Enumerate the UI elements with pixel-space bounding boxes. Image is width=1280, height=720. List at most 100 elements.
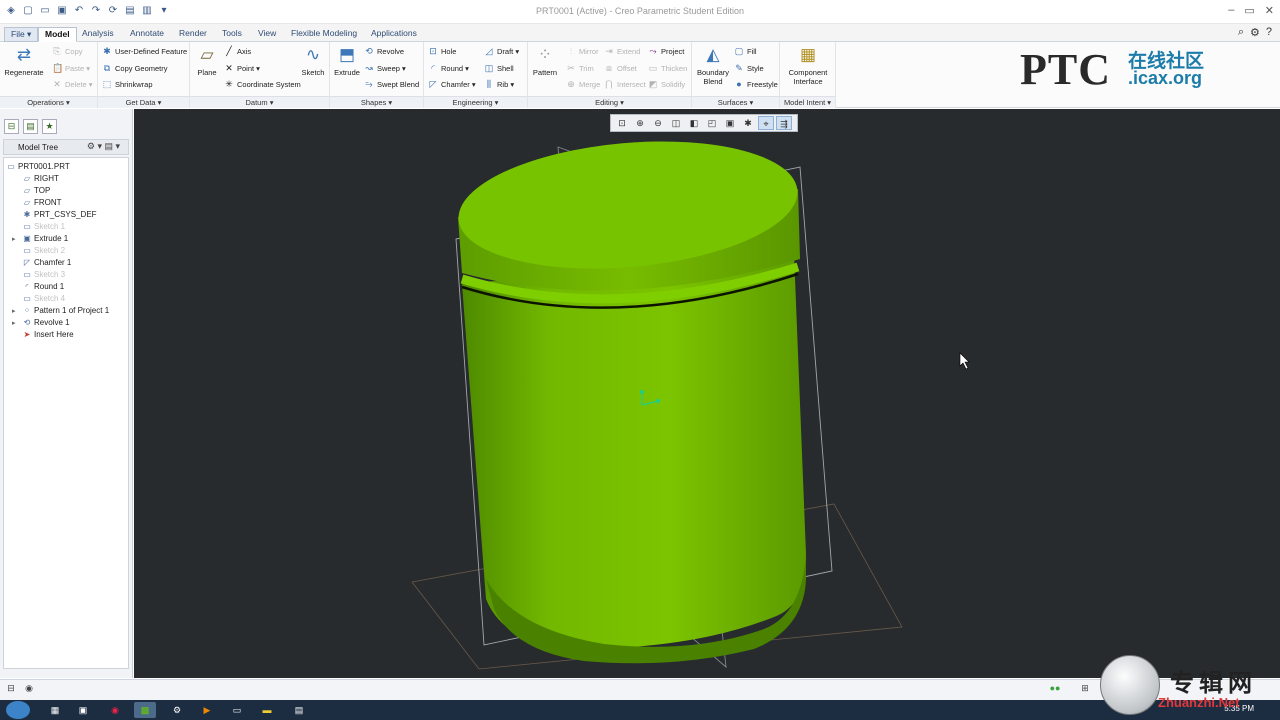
trim-button[interactable]: ✂ Trim [566, 63, 594, 73]
tree-item-round-1[interactable]: ◜ Round 1 [12, 282, 64, 291]
project-button[interactable]: ⤳ Project [648, 46, 684, 56]
tree-item-sketch-2[interactable]: ▭ Sketch 2 [12, 246, 65, 255]
copy-geometry-button[interactable]: ⧉ Copy Geometry [102, 63, 168, 73]
tab-render[interactable]: Render [173, 27, 213, 42]
model-tree-tab-icon[interactable]: ⊟ [4, 119, 19, 134]
delete-button[interactable]: ✕ Delete ▾ [52, 79, 92, 89]
merge-button[interactable]: ⊕ Merge [566, 79, 600, 89]
engineering-group-label[interactable]: Engineering ▾ [424, 96, 527, 108]
shell-button[interactable]: ◫ Shell [484, 63, 514, 73]
selection-filter-icon[interactable]: ⊞ [1078, 683, 1092, 697]
tree-expand-icon[interactable]: ▸ [12, 307, 20, 315]
tree-item-revolve-1[interactable]: ▸ ⟲ Revolve 1 [12, 318, 70, 327]
axis-button[interactable]: ╱ Axis [224, 46, 251, 56]
favorites-tab-icon[interactable]: ★ [42, 119, 57, 134]
sweep-button[interactable]: ↝ Sweep ▾ [364, 63, 406, 73]
tree-item-root-part[interactable]: ▭ PRT0001.PRT [6, 162, 70, 171]
hole-label: Hole [441, 46, 457, 56]
tree-expand-icon[interactable]: ▸ [12, 235, 20, 243]
taskbar-app-calc[interactable]: ▤ [288, 702, 310, 718]
copy-button[interactable]: ⎘ Copy [52, 46, 82, 56]
freestyle-button[interactable]: ● Freestyle [734, 79, 778, 89]
tree-item-datum-csys[interactable]: ✱ PRT_CSYS_DEF [12, 210, 97, 219]
get-data-group-label[interactable]: Get Data ▾ [98, 96, 189, 108]
close-icon[interactable]: ✕ [1265, 4, 1274, 17]
editing-group-label[interactable]: Editing ▾ [528, 96, 691, 108]
tab-applications[interactable]: Applications [365, 27, 423, 42]
paste-button[interactable]: 📋 Paste ▾ [52, 63, 90, 73]
regenerate-button[interactable]: ⇄ Regenerate [4, 44, 44, 77]
tree-item-datum-right[interactable]: ▱ RIGHT [12, 174, 59, 183]
tree-item-chamfer-1[interactable]: ◸ Chamfer 1 [12, 258, 71, 267]
tab-annotate[interactable]: Annotate [124, 27, 170, 42]
offset-button[interactable]: ⧈ Offset [604, 63, 637, 73]
tab-analysis[interactable]: Analysis [76, 27, 120, 42]
tree-item-datum-front[interactable]: ▱ FRONT [12, 198, 62, 207]
tree-item-datum-top[interactable]: ▱ TOP [12, 186, 50, 195]
tree-item-pattern-1[interactable]: ▸ ⁘ Pattern 1 of Project 1 [12, 306, 109, 315]
search-icon[interactable]: ⌕ [1238, 26, 1244, 39]
tree-item-sketch-4[interactable]: ▭ Sketch 4 [12, 294, 65, 303]
maximize-icon[interactable]: ▭ [1244, 4, 1254, 17]
help-icon[interactable]: ? [1266, 26, 1272, 39]
extend-button[interactable]: ⇥ Extend [604, 46, 640, 56]
taskbar-app-window[interactable]: ▭ [226, 702, 248, 718]
datum-group-label[interactable]: Datum ▾ [190, 96, 329, 108]
draft-button[interactable]: ◿ Draft ▾ [484, 46, 520, 56]
container-body[interactable] [462, 253, 807, 649]
round-button[interactable]: ◜ Round ▾ [428, 63, 469, 73]
udf-button[interactable]: ✱ User-Defined Feature [102, 46, 187, 56]
navigator-panel: ⊟ ▤ ★ Model Tree ⚙ ▾ ▤ ▾ ▭ PRT0001.PRT ▱ RI… [0, 109, 133, 678]
taskbar-app-creo[interactable]: ▩ [134, 702, 156, 718]
show-navigator-icon[interactable]: ⊟ [4, 683, 18, 697]
settings-icon[interactable]: ⚙ [1250, 26, 1260, 39]
tab-model[interactable]: Model [38, 27, 77, 42]
csys-button[interactable]: ✳ Coordinate System [224, 79, 301, 89]
extrude-button[interactable]: ⬒ Extrude [332, 44, 362, 77]
shapes-group-label[interactable]: Shapes ▾ [330, 96, 423, 108]
thicken-button[interactable]: ▭ Thicken [648, 63, 688, 73]
shrinkwrap-button[interactable]: ⬚ Shrinkwrap [102, 79, 153, 89]
point-button[interactable]: ✕ Point ▾ [224, 63, 260, 73]
tree-item-sketch-1[interactable]: ▭ Sketch 1 [12, 222, 65, 231]
mirror-button[interactable]: ⫶ Mirror [566, 46, 599, 56]
pattern-button[interactable]: ⁘ Pattern [530, 44, 560, 77]
taskbar-app-settings[interactable]: ⚙ [166, 702, 188, 718]
model-intent-group-label[interactable]: Model Intent ▾ [780, 96, 835, 108]
style-button[interactable]: ✎ Style [734, 63, 763, 73]
taskbar-app-chrome[interactable]: ◉ [104, 702, 126, 718]
tree-item-extrude-1[interactable]: ▸ ▣ Extrude 1 [12, 234, 68, 243]
surfaces-group-label[interactable]: Surfaces ▾ [692, 96, 779, 108]
start-button[interactable] [6, 701, 30, 719]
intersect-button[interactable]: ⋂ Intersect [604, 79, 645, 89]
tree-item-sketch-3[interactable]: ▭ Sketch 3 [12, 270, 65, 279]
fill-button[interactable]: ▢ Fill [734, 46, 757, 56]
swept-blend-button[interactable]: ⥲ Swept Blend [364, 79, 419, 89]
chamfer-button[interactable]: ◸ Chamfer ▾ [428, 79, 476, 89]
show-browser-icon[interactable]: ◉ [22, 683, 36, 697]
boundary-blend-button[interactable]: ◭ Boundary Blend [694, 44, 732, 86]
hole-button[interactable]: ⊡ Hole [428, 46, 456, 56]
tab-view[interactable]: View [252, 27, 282, 42]
taskbar-app-media[interactable]: ▶ [196, 702, 218, 718]
revolve-button[interactable]: ⟲ Revolve [364, 46, 404, 56]
taskbar-app-folder[interactable]: ▬ [256, 702, 278, 718]
operations-group-label[interactable]: Operations ▾ [0, 96, 97, 108]
rib-button[interactable]: ⫼ Rib ▾ [484, 79, 514, 89]
graphics-viewport[interactable]: ⊡ ⊕ ⊖ ◫ ◧ ◰ ▣ ✱ ⌖ ⇶ [134, 109, 1280, 678]
tree-item-insert-here[interactable]: ➤ Insert Here [12, 330, 74, 339]
tree-settings-icon[interactable]: ⚙ ▾ ▤ ▾ [87, 141, 120, 152]
tab-flexible-modeling[interactable]: Flexible Modeling [285, 27, 363, 42]
sketch-button[interactable]: ∿ Sketch [300, 44, 326, 77]
folder-browser-tab-icon[interactable]: ▤ [23, 119, 38, 134]
minimize-icon[interactable]: – [1228, 4, 1234, 17]
tab-tools[interactable]: Tools [216, 27, 248, 42]
tab-file[interactable]: File ▾ [4, 27, 39, 42]
window-controls: – ▭ ✕ [1228, 4, 1274, 17]
plane-button[interactable]: ▱ Plane [194, 44, 220, 77]
solidify-button[interactable]: ◩ Solidify [648, 79, 685, 89]
taskbar-app-desktop[interactable]: ▣ [72, 702, 94, 718]
component-interface-button[interactable]: ▦ Component Interface [784, 44, 832, 86]
taskbar-app-explorer[interactable]: ▦ [44, 702, 66, 718]
tree-expand-icon[interactable]: ▸ [12, 319, 20, 327]
